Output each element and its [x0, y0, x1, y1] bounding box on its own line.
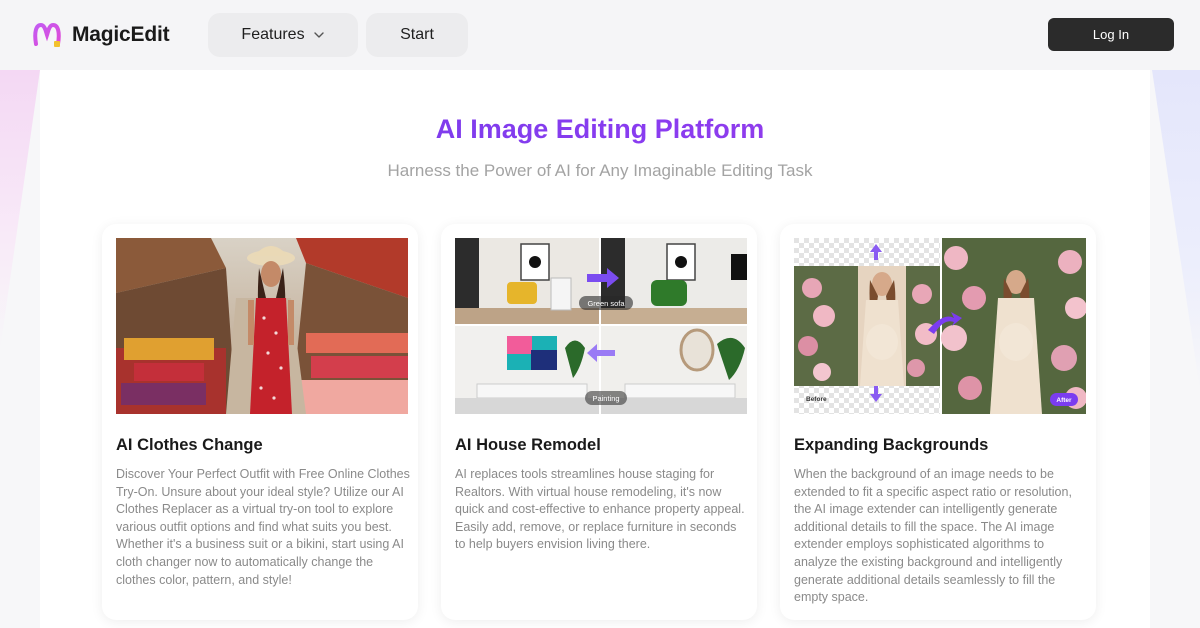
green-sofa-label: Green sofa — [587, 299, 625, 308]
before-label: Before — [806, 396, 827, 403]
decorative-gradient-left — [0, 70, 40, 350]
logo-text: MagicEdit — [72, 23, 170, 46]
feature-card-expanding-backgrounds[interactable]: Before After Expanding Backgrounds When … — [780, 224, 1096, 620]
magicedit-logo-icon — [33, 22, 61, 47]
painting-label: Painting — [592, 394, 619, 403]
nav-features-label: Features — [241, 26, 305, 43]
page-title: AI Image Editing Platform — [0, 114, 1200, 145]
card-title: Expanding Backgrounds — [794, 436, 989, 454]
feature-card-house-remodel[interactable]: Green sofa Painting AI House Remodel AI … — [441, 224, 757, 620]
house-remodel-image: Green sofa Painting — [455, 238, 747, 414]
card-title: AI House Remodel — [455, 436, 601, 454]
top-navigation-bar: MagicEdit Features Start Log In — [0, 0, 1200, 70]
page-subtitle: Harness the Power of AI for Any Imaginab… — [387, 161, 813, 180]
feature-card-clothes-change[interactable]: AI Clothes Change Discover Your Perfect … — [102, 224, 418, 620]
card-description: AI replaces tools streamlines house stag… — [455, 467, 745, 552]
clothes-change-image — [116, 238, 408, 414]
expanding-backgrounds-image: Before After — [794, 238, 1086, 414]
logo[interactable]: MagicEdit — [32, 20, 170, 50]
card-title: AI Clothes Change — [116, 436, 263, 454]
login-button[interactable]: Log In — [1048, 18, 1174, 51]
after-label: After — [1056, 397, 1072, 404]
card-description: Discover Your Perfect Outfit with Free O… — [116, 467, 410, 587]
nav-start-label: Start — [400, 26, 434, 43]
chevron-down-icon — [313, 32, 324, 38]
login-label: Log In — [1092, 27, 1130, 42]
nav-features-button[interactable]: Features — [208, 13, 358, 57]
card-description: When the background of an image needs to… — [794, 467, 1072, 605]
nav-start-button[interactable]: Start — [366, 13, 468, 57]
